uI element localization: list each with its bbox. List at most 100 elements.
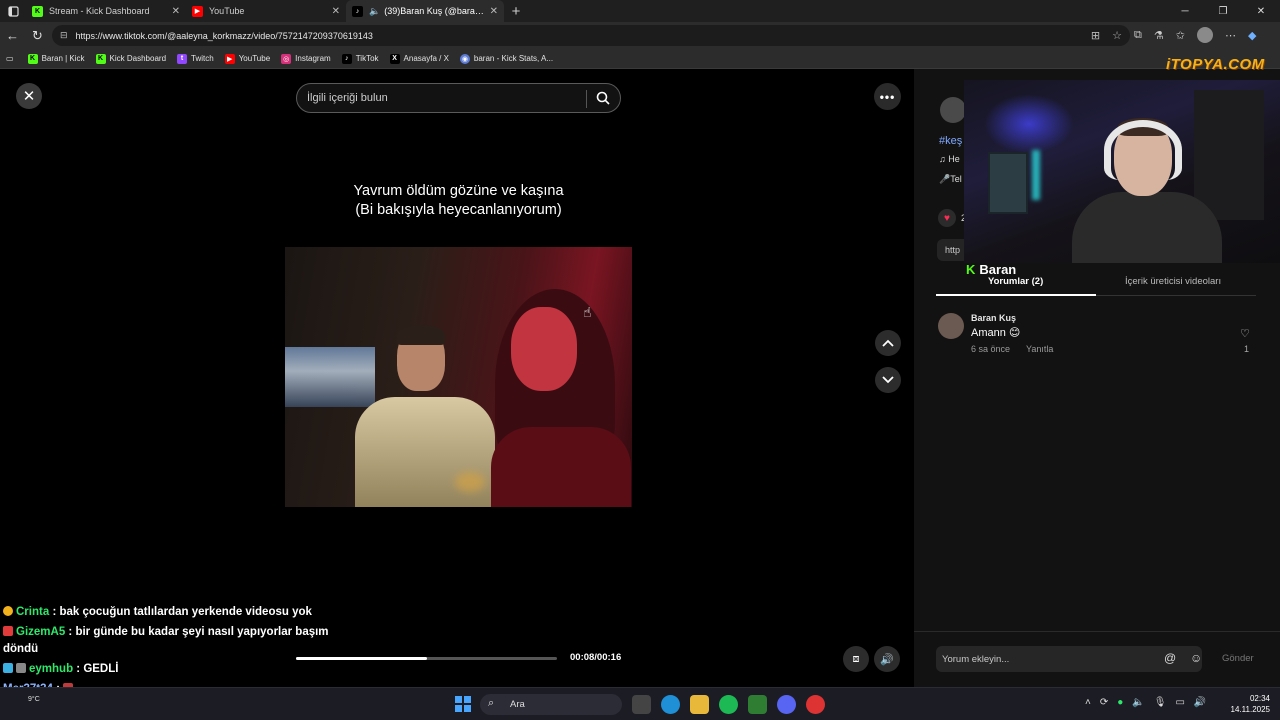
- sponsor-watermark: iTOPYA.COM: [1166, 56, 1265, 73]
- copilot-icon[interactable]: ◆: [1248, 29, 1256, 42]
- volume-button[interactable]: 🔊: [874, 646, 900, 672]
- tab-tiktok[interactable]: ♪ 🔈 (39)Baran Kuş (@barankuss ✕: [346, 0, 504, 22]
- speaker-icon[interactable]: 🔊: [1194, 697, 1206, 708]
- comment-input[interactable]: Yorum ekleyin... @ ☺: [936, 646, 1202, 672]
- clock-time: 02:34: [1249, 694, 1270, 703]
- minimize-icon[interactable]: ─: [1166, 0, 1204, 22]
- volume-icon: 🔊: [880, 653, 894, 666]
- task-view-icon[interactable]: [632, 695, 651, 714]
- neon-light: [984, 94, 1074, 154]
- start-button[interactable]: [455, 696, 471, 712]
- mini-fridge: [988, 152, 1028, 214]
- taskbar-search[interactable]: ⌕ Ara: [480, 694, 622, 715]
- profile-avatar[interactable]: [1196, 27, 1213, 43]
- webcam-overlay: [964, 80, 1280, 263]
- commenter-avatar[interactable]: [938, 313, 964, 339]
- reading-list-icon[interactable]: ▭: [6, 54, 14, 63]
- bookmark-label: Anasayfa / X: [403, 54, 449, 63]
- bookmark-label: YouTube: [238, 54, 271, 63]
- previous-video-button[interactable]: [875, 330, 901, 356]
- comment-placeholder: Yorum ekleyin...: [942, 654, 1010, 665]
- comment-like-icon[interactable]: ♡: [1240, 327, 1250, 340]
- next-video-button[interactable]: [875, 367, 901, 393]
- status-dot-icon[interactable]: ●: [1117, 697, 1123, 708]
- headset: [1104, 120, 1182, 180]
- more-options-button[interactable]: •••: [874, 83, 901, 110]
- spotify-icon[interactable]: [719, 695, 738, 714]
- split-screen-icon[interactable]: ⚗: [1154, 29, 1164, 42]
- like-button[interactable]: ♥: [938, 209, 956, 227]
- kick-icon: K: [32, 5, 43, 17]
- tab-actions-icon[interactable]: [0, 0, 26, 22]
- maximize-icon[interactable]: ❐: [1204, 0, 1242, 22]
- music-link[interactable]: ♫ He: [939, 154, 960, 164]
- search-divider: [586, 90, 587, 108]
- bookmark-youtube[interactable]: ▶ YouTube: [224, 53, 271, 64]
- stats-icon: ◉: [459, 53, 470, 64]
- tab-label: (39)Baran Kuş (@barankuss: [384, 6, 485, 16]
- person-left-hair: [397, 325, 445, 345]
- edge-icon[interactable]: [661, 695, 680, 714]
- close-tab-icon[interactable]: ✕: [172, 6, 180, 17]
- reply-button[interactable]: Yanıtla: [1026, 344, 1053, 354]
- video-player[interactable]: Yavrum öldüm gözüne ve kaşına (Bi bakışı…: [285, 124, 632, 687]
- microphone-icon[interactable]: 🎙: [1154, 697, 1167, 708]
- chat-text: : bak çocuğun tatlılardan yerkende video…: [52, 606, 312, 618]
- app-icon[interactable]: [748, 695, 767, 714]
- emoji-icon[interactable]: ☺: [1190, 651, 1202, 665]
- app-install-icon[interactable]: ⊞: [1091, 29, 1100, 42]
- speaker-icon[interactable]: 🔈: [369, 6, 380, 17]
- comment-composer: Yorum ekleyin... @ ☺ Gönder: [914, 631, 1280, 687]
- favorites-icon[interactable]: ✩: [1176, 29, 1185, 42]
- mention-icon[interactable]: @: [1164, 651, 1176, 665]
- person-right-face: [511, 307, 577, 391]
- related-search-input[interactable]: İlgili içeriği bulun: [296, 83, 621, 113]
- extensions-icon[interactable]: ⧉: [1134, 29, 1142, 42]
- taskbar-search-label: Ara: [510, 699, 525, 710]
- site-info-icon[interactable]: ⊟: [60, 30, 68, 41]
- bookmark-label: Instagram: [295, 54, 331, 63]
- picture-in-picture-button[interactable]: ⧈: [843, 646, 869, 672]
- bookmark-x[interactable]: X Anasayfa / X: [389, 53, 449, 64]
- hashtag-link[interactable]: #keş: [939, 135, 962, 147]
- display-icon[interactable]: ▭: [1175, 697, 1184, 708]
- video-progress-bar[interactable]: [296, 657, 557, 660]
- close-tab-icon[interactable]: ✕: [332, 6, 340, 17]
- reload-icon[interactable]: ↻: [25, 28, 50, 44]
- back-icon[interactable]: ←: [0, 28, 25, 43]
- send-button[interactable]: Gönder: [1222, 653, 1254, 664]
- tab-youtube[interactable]: ▶ YouTube ✕: [186, 0, 346, 22]
- bookmark-tiktok[interactable]: ♪ TikTok: [341, 53, 379, 64]
- new-tab-icon[interactable]: +: [504, 0, 528, 22]
- favorite-star-icon[interactable]: ☆: [1112, 29, 1122, 42]
- streamer-body: [1072, 192, 1222, 263]
- tiktok-icon: ♪: [341, 53, 352, 64]
- sync-icon[interactable]: ⟳: [1100, 697, 1108, 708]
- menu-icon[interactable]: ⋯: [1225, 29, 1236, 42]
- tab-label: Stream - Kick Dashboard: [49, 6, 150, 16]
- tab-comments[interactable]: Yorumlar (2): [988, 276, 1043, 287]
- badge-icon: [16, 663, 26, 673]
- url-field[interactable]: ⊟ https://www.tiktok.com/@aaleyna_korkma…: [52, 25, 1130, 46]
- discord-icon[interactable]: [777, 695, 796, 714]
- volume-icon[interactable]: 🔈: [1132, 697, 1144, 708]
- window-close-icon[interactable]: ✕: [1242, 0, 1280, 22]
- bookmark-baran-kick[interactable]: K Baran | Kick: [27, 53, 85, 64]
- tab-kick-dashboard[interactable]: K Stream - Kick Dashboard ✕: [26, 0, 186, 22]
- tab-creator-videos[interactable]: İçerik üreticisi videoları: [1125, 276, 1221, 287]
- commenter-name[interactable]: Baran Kuş: [971, 313, 1016, 323]
- bookmark-instagram[interactable]: ◎ Instagram: [281, 53, 331, 64]
- bookmark-kick-stats[interactable]: ◉ baran - Kick Stats, A...: [459, 53, 553, 64]
- chevron-up-icon[interactable]: ˄: [1085, 697, 1091, 708]
- author-avatar[interactable]: [940, 97, 966, 123]
- clock[interactable]: 02:34 14.11.2025: [1228, 693, 1270, 715]
- bookmark-kick-dashboard[interactable]: K Kick Dashboard: [95, 53, 166, 64]
- obs-icon[interactable]: [806, 695, 825, 714]
- weather-widget[interactable]: 9°C: [28, 696, 40, 703]
- bookmark-twitch[interactable]: t Twitch: [177, 53, 214, 64]
- search-icon[interactable]: [596, 91, 610, 108]
- close-viewer-button[interactable]: ✕: [16, 83, 42, 109]
- heart-icon: ♥: [944, 212, 950, 224]
- close-tab-icon[interactable]: ✕: [490, 6, 498, 17]
- file-explorer-icon[interactable]: [690, 695, 709, 714]
